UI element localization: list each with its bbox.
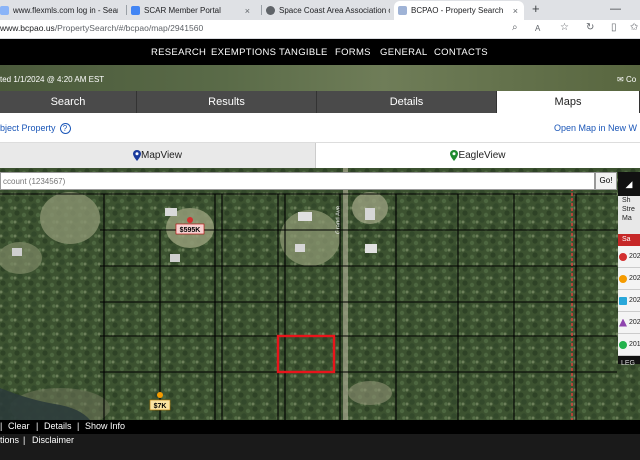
section-tabs: Search Results Details Maps bbox=[0, 91, 640, 113]
price-tag[interactable]: $7K bbox=[154, 403, 167, 410]
eagleview-button[interactable]: EagleView bbox=[316, 143, 640, 168]
map-canvas[interactable]: Grand Ave $595K $7K bbox=[0, 168, 640, 420]
purple-triangle-icon bbox=[619, 318, 627, 327]
page-footer: tions | Disclaimer bbox=[0, 434, 640, 460]
legend-row[interactable]: 202 bbox=[618, 268, 640, 290]
nav-tangible[interactable]: TANGIBLE bbox=[279, 47, 328, 58]
address-bar[interactable]: www.bcpao.us/PropertySearch/#/bcpao/map/… bbox=[0, 20, 640, 39]
tab-maps[interactable]: Maps bbox=[497, 91, 640, 113]
go-button[interactable]: Go! bbox=[595, 172, 617, 190]
tab-label: Space Coast Area Association of bbox=[279, 6, 390, 15]
legend-collapse-icon[interactable]: ◢ bbox=[618, 172, 640, 196]
tab-label: SCAR Member Portal bbox=[144, 6, 221, 15]
legend-row[interactable]: 202 bbox=[618, 246, 640, 268]
price-tag[interactable]: $595K bbox=[180, 227, 201, 234]
browser-window: www.flexmls.com log in - Search × SCAR M… bbox=[0, 0, 640, 460]
tab-results[interactable]: Results bbox=[137, 91, 317, 113]
phone-favicon-icon bbox=[266, 6, 275, 15]
close-tab-icon[interactable]: × bbox=[513, 6, 524, 16]
details-button[interactable]: Details bbox=[44, 421, 72, 431]
show-info-button[interactable]: Show Info bbox=[85, 421, 125, 431]
clear-button[interactable]: Clear bbox=[8, 421, 30, 431]
nav-general[interactable]: GENERAL bbox=[380, 47, 428, 58]
green-circle-icon bbox=[619, 340, 627, 349]
browser-tab-scar[interactable]: SCAR Member Portal × bbox=[131, 1, 256, 20]
nav-research[interactable]: RESEARCH bbox=[151, 47, 206, 58]
url-path: /PropertySearch/#/bcpao/map/2941560 bbox=[54, 23, 204, 33]
legend-row[interactable]: 202 bbox=[618, 290, 640, 312]
split-screen-icon[interactable]: ▯ bbox=[611, 22, 617, 33]
contact-link[interactable]: ✉ Co bbox=[617, 75, 636, 84]
legend-sales-label: Sa bbox=[618, 234, 640, 246]
map-pin-icon bbox=[133, 150, 142, 161]
last-updated-text: ted 1/1/2024 @ 4:20 AM EST bbox=[0, 75, 105, 84]
mapview-label: MapView bbox=[141, 150, 182, 161]
orange-circle-icon bbox=[619, 274, 627, 283]
contact-label: Co bbox=[625, 75, 637, 84]
sale-marker-icon[interactable] bbox=[157, 392, 163, 398]
new-tab-button[interactable]: + bbox=[532, 0, 540, 20]
help-icon[interactable]: ? bbox=[59, 123, 71, 134]
eagleview-label: EagleView bbox=[458, 150, 506, 161]
refresh-icon[interactable]: ↻ bbox=[586, 22, 594, 33]
window-minimize-icon[interactable]: — bbox=[610, 0, 621, 20]
url-host: www.bcpao.us bbox=[0, 23, 55, 33]
favorites-icon[interactable]: ✩ bbox=[630, 22, 638, 33]
legend-text: Sh Stre Ma bbox=[618, 196, 640, 234]
view-toggle-row: MapView EagleView bbox=[0, 143, 640, 168]
sale-marker-icon[interactable] bbox=[187, 217, 193, 223]
browser-tab-strip: www.flexmls.com log in - Search × SCAR M… bbox=[0, 0, 640, 20]
close-tab-icon[interactable]: × bbox=[245, 6, 256, 16]
legend-row[interactable]: 201 bbox=[618, 334, 640, 356]
browser-tab-flexmls[interactable]: www.flexmls.com log in - Search × bbox=[0, 1, 118, 20]
footer-link-tions[interactable]: tions bbox=[0, 435, 19, 445]
scar-favicon-icon bbox=[131, 6, 140, 15]
subject-property-label: bject Property bbox=[0, 123, 56, 133]
nav-contacts[interactable]: CONTACTS bbox=[434, 47, 488, 58]
favorites-star-icon[interactable]: ☆ bbox=[560, 22, 569, 33]
blue-square-icon bbox=[619, 296, 627, 305]
legend-row[interactable]: 202 bbox=[618, 312, 640, 334]
map-legend-panel: ◢ Sh Stre Ma Sa 202 202 202 202 201 LEG bbox=[618, 172, 640, 367]
mapview-button[interactable]: MapView bbox=[0, 143, 316, 168]
map-search-input[interactable] bbox=[0, 172, 595, 190]
aerial-map-image[interactable]: Grand Ave $595K $7K bbox=[0, 168, 640, 420]
subject-property-link[interactable]: bject Property? bbox=[0, 123, 71, 134]
tab-label: www.flexmls.com log in - Search bbox=[13, 6, 118, 15]
flexmls-favicon-icon bbox=[0, 6, 9, 15]
red-circle-icon bbox=[619, 252, 627, 261]
tab-label: BCPAO - Property Search bbox=[411, 6, 504, 15]
nav-forms[interactable]: FORMS bbox=[335, 47, 371, 58]
browser-tab-scaa[interactable]: Space Coast Area Association of × bbox=[266, 1, 390, 20]
map-toolbar: | Clear | Details | Show Info bbox=[0, 420, 640, 434]
envelope-icon: ✉ bbox=[617, 75, 624, 84]
zoom-icon[interactable]: ⌕ bbox=[512, 22, 518, 33]
tab-details[interactable]: Details bbox=[317, 91, 497, 113]
subject-property-row: bject Property? Open Map in New W bbox=[0, 113, 640, 143]
disclaimer-link[interactable]: Disclaimer bbox=[32, 435, 74, 445]
tab-search[interactable]: Search bbox=[0, 91, 137, 113]
read-aloud-icon[interactable]: A bbox=[535, 24, 540, 33]
legend-footer[interactable]: LEG bbox=[618, 356, 640, 372]
open-map-new-window-link[interactable]: Open Map in New W bbox=[554, 123, 637, 133]
browser-tab-bcpao[interactable]: BCPAO - Property Search × bbox=[394, 1, 524, 20]
url-text[interactable]: www.bcpao.us/PropertySearch/#/bcpao/map/… bbox=[0, 23, 203, 33]
bcpao-favicon-icon bbox=[398, 6, 407, 15]
site-navigation: RESEARCH EXEMPTIONS TANGIBLE FORMS GENER… bbox=[0, 39, 640, 65]
map-pin-icon bbox=[450, 150, 459, 161]
nav-exemptions[interactable]: EXEMPTIONS bbox=[211, 47, 276, 58]
